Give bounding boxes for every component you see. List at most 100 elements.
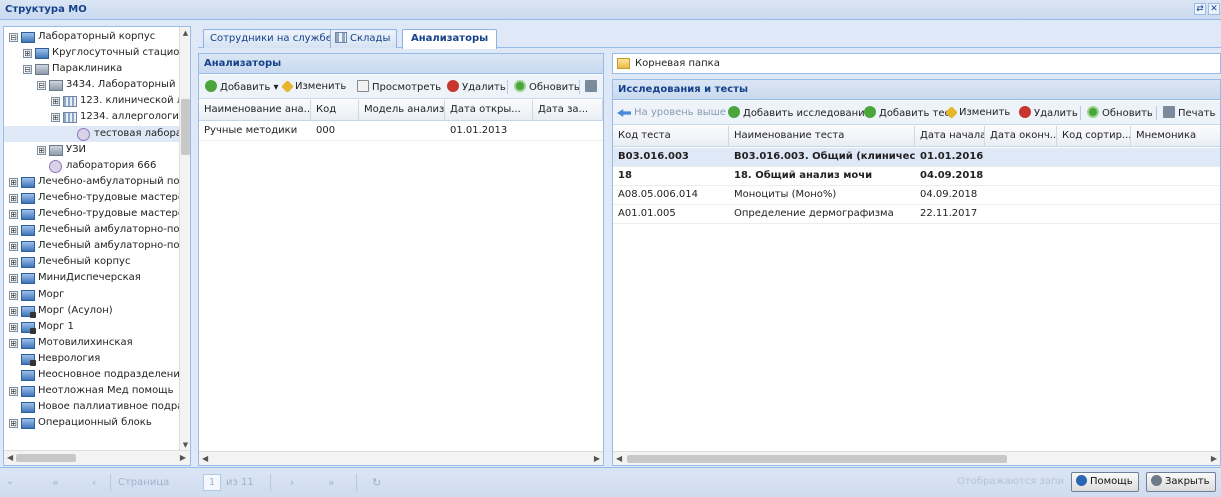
- column-header[interactable]: Дата начала: [915, 126, 985, 147]
- expand-icon[interactable]: ⊞: [9, 322, 18, 332]
- table-row[interactable]: A01.01.005 Определение дермографизма 22.11…: [613, 205, 1220, 224]
- table-row[interactable]: 18 18. Общий анализ мочи 04.09.2018: [613, 167, 1220, 186]
- scroll-thumb[interactable]: [181, 99, 190, 155]
- tree-node[interactable]: ⊞ Лечебный корпус: [4, 254, 180, 270]
- column-header[interactable]: Код теста: [613, 126, 729, 147]
- tree-node[interactable]: ⊞ Морг (Асулон): [4, 303, 180, 319]
- refresh-window-icon[interactable]: ⇄: [1194, 3, 1206, 15]
- expand-icon[interactable]: ⊞: [9, 387, 18, 397]
- scroll-left-icon[interactable]: ◀: [202, 454, 208, 463]
- up-level-button[interactable]: На уровень выше: [617, 106, 726, 120]
- edit-button[interactable]: Изменить: [945, 106, 1010, 120]
- tab-warehouses[interactable]: Склады: [330, 29, 398, 48]
- tests-horizontal-scrollbar[interactable]: ◀ ▶: [613, 451, 1220, 465]
- tree-node[interactable]: Новое паллиативное подраз: [4, 399, 180, 415]
- tree-node[interactable]: ⊞ Мотовилихинская: [4, 335, 180, 351]
- scroll-down-icon[interactable]: ▼: [181, 440, 190, 450]
- tree-node[interactable]: ⊞ 123. клинической л: [4, 93, 180, 109]
- tree-node[interactable]: Неврология: [4, 351, 180, 367]
- tree-node[interactable]: ⊞ Лечебно-трудовые мастерск: [4, 206, 180, 222]
- tree-node[interactable]: лаборатория 666: [4, 158, 180, 174]
- scroll-right-icon[interactable]: ▶: [180, 453, 186, 462]
- delete-button[interactable]: Удалить: [447, 80, 506, 95]
- expand-icon[interactable]: ⊞: [37, 145, 46, 155]
- expand-icon[interactable]: ⊞: [9, 290, 18, 300]
- scroll-left-icon[interactable]: ◀: [7, 453, 13, 462]
- column-header[interactable]: Код сортир...: [1057, 126, 1131, 147]
- tree-node[interactable]: ⊟ 3434. Лабораторный к: [4, 77, 180, 93]
- tree-node[interactable]: ⊞ Неотложная Мед помощь: [4, 383, 180, 399]
- tab-analyzers[interactable]: Анализаторы: [402, 29, 498, 49]
- column-header[interactable]: Дата оконч...: [985, 126, 1057, 147]
- tree-node[interactable]: ⊞ Лечебно-трудовые мастерск: [4, 190, 180, 206]
- expand-icon[interactable]: ⊞: [51, 97, 60, 107]
- last-page-icon[interactable]: »: [328, 476, 335, 489]
- expand-icon[interactable]: ⊞: [9, 258, 18, 268]
- scroll-thumb[interactable]: [627, 455, 1007, 463]
- next-page-icon[interactable]: ›: [290, 476, 294, 489]
- tree-node[interactable]: ⊞ УЗИ: [4, 142, 180, 158]
- column-header[interactable]: Наименование ана...: [199, 100, 311, 121]
- expand-icon[interactable]: ⊞: [9, 338, 18, 348]
- column-header[interactable]: Дата за...: [533, 100, 603, 121]
- refresh-button[interactable]: Обновить: [514, 80, 580, 95]
- tab-staff[interactable]: Сотрудники на службе: [203, 29, 339, 48]
- tree-node[interactable]: ⊟ Параклиника: [4, 61, 180, 77]
- tree-node[interactable]: ⊞ Лечебно-амбулаторный поли: [4, 174, 180, 190]
- tree-node[interactable]: Неосновное подразделение: [4, 367, 180, 383]
- page-number-input[interactable]: 1: [203, 474, 221, 491]
- tree-vertical-scrollbar[interactable]: ▲ ▼: [179, 27, 190, 451]
- expand-icon[interactable]: ⊞: [9, 177, 18, 187]
- expand-icon[interactable]: ⊞: [9, 242, 18, 252]
- scroll-up-icon[interactable]: ▲: [181, 28, 190, 38]
- expand-icon[interactable]: ⊞: [9, 419, 18, 429]
- first-page-icon[interactable]: «: [52, 476, 59, 489]
- tree-node[interactable]: тестовая лаборатор: [4, 125, 180, 142]
- expand-icon[interactable]: ⊞: [9, 210, 18, 220]
- expand-icon[interactable]: ⊞: [51, 113, 60, 123]
- analyzers-horizontal-scrollbar[interactable]: ◀ ▶: [199, 451, 603, 465]
- collapse-icon[interactable]: ⌄: [6, 476, 14, 487]
- expand-icon[interactable]: ⊞: [9, 193, 18, 203]
- edit-button[interactable]: Изменить: [281, 80, 346, 94]
- column-header[interactable]: Дата откры...: [445, 100, 533, 121]
- folder-path[interactable]: Корневая папка: [635, 58, 720, 69]
- table-row[interactable]: B03.016.003 B03.016.003. Общий (клиническ…: [613, 148, 1220, 167]
- tree-node[interactable]: ⊞ МиниДиспечерская: [4, 270, 180, 286]
- tree-horizontal-scrollbar[interactable]: ◀ ▶: [4, 450, 190, 465]
- close-button[interactable]: Закрыть: [1146, 472, 1216, 492]
- print-button[interactable]: Печать: [1163, 106, 1215, 121]
- column-header[interactable]: Модель анализ...: [359, 100, 445, 121]
- scroll-right-icon[interactable]: ▶: [594, 454, 600, 463]
- collapse-icon[interactable]: ⊟: [9, 33, 18, 42]
- tree-node[interactable]: ⊞ Лечебный амбулаторно-поли: [4, 222, 180, 238]
- prev-page-icon[interactable]: ‹: [92, 476, 96, 489]
- tree-node[interactable]: ⊞ Морг 1: [4, 319, 180, 335]
- expand-icon[interactable]: ⊞: [9, 306, 18, 316]
- column-header[interactable]: Наименование теста: [729, 126, 915, 147]
- refresh-button[interactable]: Обновить: [1087, 106, 1153, 121]
- collapse-icon[interactable]: ⊟: [23, 65, 32, 75]
- tree-node[interactable]: ⊞ Лечебный амбулаторно-поли: [4, 238, 180, 254]
- add-button[interactable]: Добавить ▾: [205, 80, 279, 95]
- scroll-right-icon[interactable]: ▶: [1211, 454, 1217, 463]
- tree-node[interactable]: ⊞ Круглосуточный стациона: [4, 45, 180, 61]
- tree-node[interactable]: ⊟ Лабораторный корпус: [4, 29, 180, 45]
- delete-button[interactable]: Удалить: [1019, 106, 1078, 121]
- collapse-icon[interactable]: ⊟: [37, 81, 46, 91]
- scroll-left-icon[interactable]: ◀: [616, 454, 622, 463]
- help-button[interactable]: Помощь: [1071, 472, 1139, 492]
- column-header[interactable]: Код: [311, 100, 359, 121]
- expand-icon[interactable]: ⊞: [23, 49, 32, 59]
- print-button[interactable]: [585, 80, 600, 95]
- add-study-button[interactable]: Добавить исследование: [728, 106, 871, 121]
- scroll-thumb[interactable]: [16, 454, 76, 462]
- column-header[interactable]: Мнемоника: [1131, 126, 1220, 147]
- view-button[interactable]: Просмотреть: [357, 80, 441, 95]
- refresh-icon[interactable]: ↻: [372, 476, 381, 489]
- expand-icon[interactable]: ⊞: [9, 274, 18, 284]
- expand-icon[interactable]: ⊞: [9, 226, 18, 236]
- close-window-icon[interactable]: ✕: [1208, 3, 1220, 15]
- tree-node[interactable]: ⊞ Морг: [4, 287, 180, 303]
- tree-node[interactable]: ⊞ Операционный блокь: [4, 415, 180, 431]
